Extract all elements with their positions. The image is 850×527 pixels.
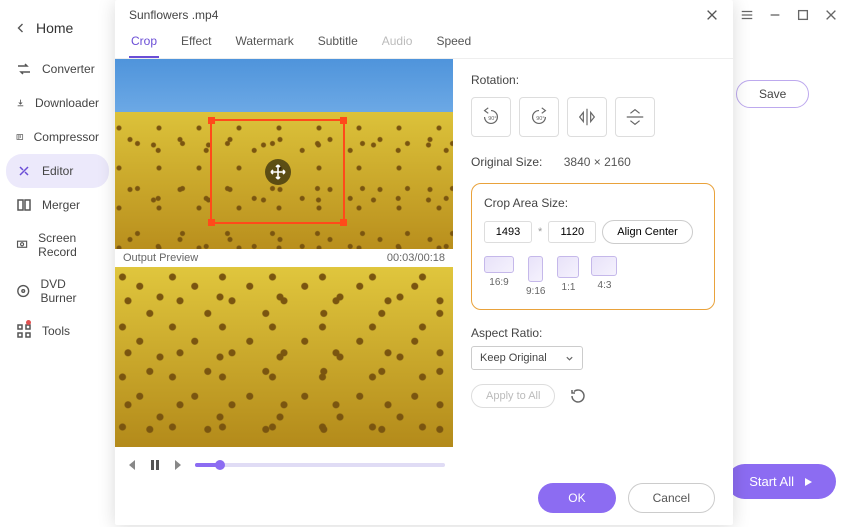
rotation-label: Rotation: bbox=[471, 73, 715, 87]
right-panel: Save bbox=[736, 80, 836, 108]
original-size-row: Original Size: 3840 × 2160 bbox=[471, 155, 715, 169]
ok-button[interactable]: OK bbox=[538, 483, 615, 513]
aspect-1-1[interactable]: 1:1 bbox=[557, 256, 579, 297]
original-size-value: 3840 × 2160 bbox=[564, 155, 631, 169]
source-preview[interactable] bbox=[115, 59, 453, 249]
aspect-4-3[interactable]: 4:3 bbox=[591, 256, 617, 297]
start-all-button[interactable]: Start All bbox=[727, 464, 836, 499]
sidebar-item-downloader[interactable]: Downloader bbox=[0, 86, 115, 120]
next-frame-button[interactable] bbox=[171, 457, 187, 473]
crop-rectangle[interactable] bbox=[210, 119, 345, 224]
aspect-ratio-select[interactable]: Keep Original bbox=[471, 346, 583, 370]
sidebar-item-label: Screen Record bbox=[38, 231, 99, 259]
editor-dialog: Sunflowers .mp4 Crop Effect Watermark Su… bbox=[115, 0, 733, 525]
aspect-16-9[interactable]: 16:9 bbox=[484, 256, 514, 297]
sidebar-item-dvdburner[interactable]: DVD Burner bbox=[0, 268, 115, 314]
sidebar-item-screenrecord[interactable]: Screen Record bbox=[0, 222, 115, 268]
controls-column: Rotation: 90° 90° Original Size: 3840 × … bbox=[453, 59, 733, 475]
back-home-label: Home bbox=[36, 20, 73, 36]
tab-audio: Audio bbox=[380, 28, 415, 58]
back-home[interactable]: Home bbox=[0, 10, 115, 52]
svg-text:90°: 90° bbox=[488, 116, 496, 122]
sidebar-item-label: Editor bbox=[42, 164, 73, 178]
sidebar-item-label: Tools bbox=[42, 324, 70, 338]
close-icon[interactable] bbox=[705, 8, 719, 22]
window-controls bbox=[728, 0, 850, 30]
minimize-icon[interactable] bbox=[768, 8, 782, 22]
aspect-ratio-label: Aspect Ratio: bbox=[471, 326, 715, 340]
notification-dot bbox=[26, 320, 31, 325]
sidebar-item-label: DVD Burner bbox=[40, 277, 99, 305]
maximize-icon[interactable] bbox=[796, 8, 810, 22]
downloader-icon bbox=[16, 95, 25, 111]
prev-frame-button[interactable] bbox=[123, 457, 139, 473]
tools-icon bbox=[16, 323, 32, 339]
preview-time: 00:03/00:18 bbox=[387, 252, 445, 264]
sidebar-item-converter[interactable]: Converter bbox=[0, 52, 115, 86]
preview-column: Output Preview 00:03/00:18 bbox=[115, 59, 453, 475]
sidebar-item-label: Downloader bbox=[35, 96, 99, 110]
sidebar-item-editor[interactable]: Editor bbox=[6, 154, 109, 188]
move-handle-icon[interactable] bbox=[265, 159, 291, 185]
cancel-button[interactable]: Cancel bbox=[628, 483, 715, 513]
transport-controls bbox=[115, 447, 453, 473]
output-preview bbox=[115, 267, 453, 447]
tab-speed[interactable]: Speed bbox=[434, 28, 473, 58]
align-center-button[interactable]: Align Center bbox=[602, 220, 693, 244]
flip-horizontal-button[interactable] bbox=[567, 97, 607, 137]
preview-info-bar: Output Preview 00:03/00:18 bbox=[115, 249, 453, 267]
aspect-9-16[interactable]: 9:16 bbox=[526, 256, 545, 297]
editor-icon bbox=[16, 163, 32, 179]
converter-icon bbox=[16, 61, 32, 77]
crop-height-input[interactable] bbox=[548, 221, 596, 243]
tab-effect[interactable]: Effect bbox=[179, 28, 213, 58]
dialog-titlebar: Sunflowers .mp4 bbox=[115, 0, 733, 24]
tab-subtitle[interactable]: Subtitle bbox=[316, 28, 360, 58]
svg-text:90°: 90° bbox=[536, 116, 544, 122]
merger-icon bbox=[16, 197, 32, 213]
screen-record-icon bbox=[16, 237, 28, 253]
dialog-tabs: Crop Effect Watermark Subtitle Audio Spe… bbox=[115, 24, 733, 59]
crop-area-label: Crop Area Size: bbox=[484, 196, 702, 210]
dialog-title-text: Sunflowers .mp4 bbox=[129, 8, 218, 22]
crop-width-input[interactable] bbox=[484, 221, 532, 243]
start-all-label: Start All bbox=[749, 474, 794, 489]
aspect-ratio-value: Keep Original bbox=[480, 352, 547, 364]
close-icon[interactable] bbox=[824, 8, 838, 22]
apply-to-all-button[interactable]: Apply to All bbox=[471, 384, 555, 408]
sidebar-item-label: Compressor bbox=[34, 130, 99, 144]
seek-bar[interactable] bbox=[195, 463, 445, 467]
sidebar-item-compressor[interactable]: Compressor bbox=[0, 120, 115, 154]
rotate-cw-90-button[interactable]: 90° bbox=[519, 97, 559, 137]
menu-icon[interactable] bbox=[740, 8, 754, 22]
pause-button[interactable] bbox=[147, 457, 163, 473]
multiply-symbol: * bbox=[538, 226, 542, 238]
compressor-icon bbox=[16, 129, 24, 145]
dvd-icon bbox=[16, 283, 30, 299]
sidebar: Home Converter Downloader Compressor Edi… bbox=[0, 0, 115, 527]
tab-crop[interactable]: Crop bbox=[129, 28, 159, 58]
tab-watermark[interactable]: Watermark bbox=[233, 28, 295, 58]
save-button[interactable]: Save bbox=[736, 80, 809, 108]
chevron-down-icon bbox=[565, 354, 574, 363]
play-icon bbox=[802, 476, 814, 488]
rotate-ccw-90-button[interactable]: 90° bbox=[471, 97, 511, 137]
sidebar-item-merger[interactable]: Merger bbox=[0, 188, 115, 222]
reset-button[interactable] bbox=[569, 387, 587, 405]
dialog-footer: OK Cancel bbox=[115, 475, 733, 525]
chevron-left-icon bbox=[16, 23, 26, 33]
sidebar-item-tools[interactable]: Tools bbox=[0, 314, 115, 348]
flip-vertical-button[interactable] bbox=[615, 97, 655, 137]
sidebar-item-label: Converter bbox=[42, 62, 95, 76]
original-size-label: Original Size: bbox=[471, 155, 542, 169]
sidebar-item-label: Merger bbox=[42, 198, 80, 212]
output-preview-label: Output Preview bbox=[123, 252, 198, 264]
crop-area-panel: Crop Area Size: * Align Center 16:9 9:16… bbox=[471, 183, 715, 310]
